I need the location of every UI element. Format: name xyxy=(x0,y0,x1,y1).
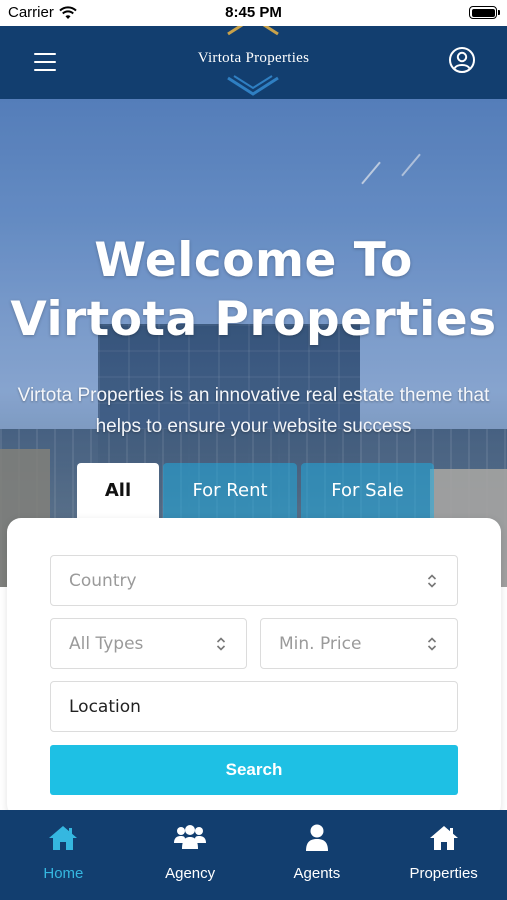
chevron-up-down-icon xyxy=(427,574,437,588)
group-icon xyxy=(174,825,207,849)
listing-type-tabs: All For Rent For Sale xyxy=(77,463,434,518)
logo-text: Virtota Properties xyxy=(197,50,310,66)
nav-label-home: Home xyxy=(43,865,84,882)
hero-title-line: Welcome To xyxy=(94,233,413,288)
app-header: Virtota Properties xyxy=(0,26,507,99)
person-icon xyxy=(305,824,328,851)
nav-item-agents[interactable]: Agents xyxy=(254,810,381,900)
nav-label-agents: Agents xyxy=(293,865,341,882)
min-price-select-label: Min. Price xyxy=(279,633,362,654)
chevron-up-down-icon xyxy=(427,637,437,651)
brand-logo[interactable]: Virtota Properties xyxy=(160,26,347,99)
nav-item-agency[interactable]: Agency xyxy=(127,810,254,900)
nav-label-agency: Agency xyxy=(165,865,216,882)
hero-title-line: Virtota Properties xyxy=(10,292,497,347)
hamburger-icon-line xyxy=(34,61,56,63)
user-circle-icon[interactable] xyxy=(448,46,476,74)
home-icon xyxy=(49,826,78,850)
nav-label-properties: Properties xyxy=(409,865,478,882)
property-type-select[interactable]: All Types xyxy=(50,618,247,669)
hero-subtitle-line: Virtota Properties is an innovative real… xyxy=(17,385,490,406)
nav-item-home[interactable]: Home xyxy=(0,810,127,900)
chevron-up-down-icon xyxy=(216,637,226,651)
country-select[interactable]: Country xyxy=(50,555,458,606)
hamburger-icon-line xyxy=(34,69,56,71)
status-time: 8:45 PM xyxy=(225,4,282,21)
hero-title: Welcome To Virtota Properties xyxy=(0,231,507,349)
property-search-card: Country All Types Min. Price Location Se… xyxy=(7,518,501,818)
hero-subtitle-line: helps to ensure your website success xyxy=(95,416,412,437)
tab-all[interactable]: All xyxy=(77,463,159,518)
bottom-navigation: Home Agency Agents Properties xyxy=(0,810,507,900)
status-bar: Carrier 8:45 PM xyxy=(0,0,507,26)
min-price-select[interactable]: Min. Price xyxy=(260,618,458,669)
tab-for-rent[interactable]: For Rent xyxy=(163,463,297,518)
location-input-value: Location xyxy=(69,696,141,717)
country-select-label: Country xyxy=(69,570,137,591)
location-input[interactable]: Location xyxy=(50,681,458,732)
property-type-select-label: All Types xyxy=(69,633,144,654)
search-button[interactable]: Search xyxy=(50,745,458,795)
nav-item-properties[interactable]: Properties xyxy=(380,810,507,900)
hamburger-icon-line xyxy=(34,53,56,55)
tab-for-sale[interactable]: For Sale xyxy=(301,463,434,518)
hamburger-menu-button[interactable] xyxy=(34,53,56,71)
battery-icon xyxy=(469,6,500,19)
hero-subtitle: Virtota Properties is an innovative real… xyxy=(10,380,497,442)
house-icon xyxy=(429,826,458,850)
